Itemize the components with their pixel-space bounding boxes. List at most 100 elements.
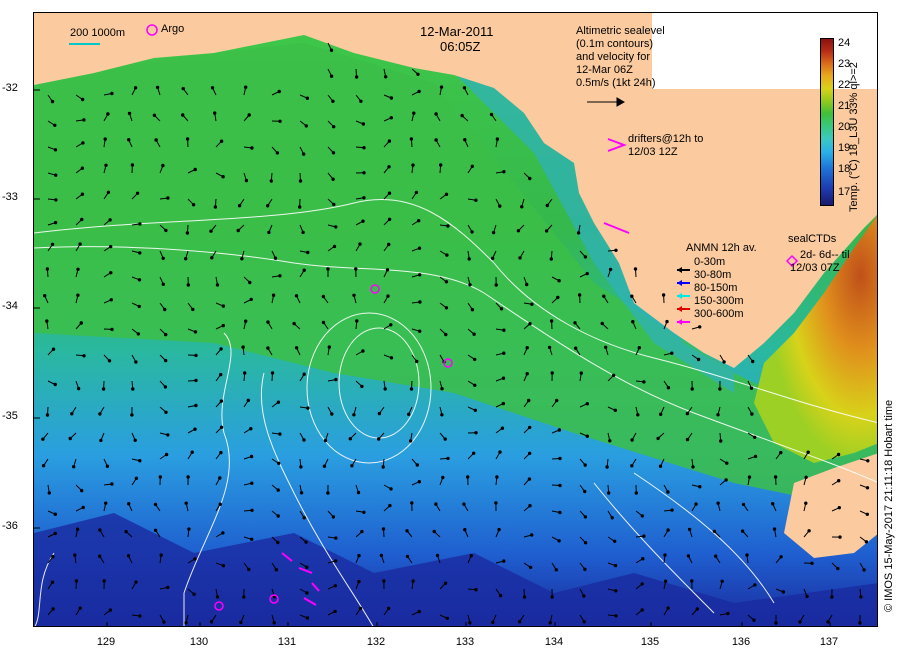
velocity-arrow-head (752, 618, 756, 622)
velocity-arrow-head (127, 111, 132, 116)
velocity-arrow-head (528, 451, 532, 456)
velocity-arrow-head (439, 85, 444, 89)
drifters-line: drifters@12h to (628, 133, 704, 145)
velocity-arrow-head (468, 621, 472, 625)
velocity-arrow-head (779, 450, 783, 455)
velocity-arrow-head (440, 413, 444, 417)
velocity-arrow-head (585, 434, 589, 438)
velocity-arrow-head (467, 257, 471, 261)
velocity-arrow-head (439, 163, 443, 167)
velocity-arrow-head (134, 476, 139, 480)
velocity-arrow-head (331, 99, 335, 104)
velocity-arrow-head (193, 330, 198, 334)
anmn-legend-item: 300-600m (694, 308, 744, 320)
velocity-arrow-head (440, 387, 444, 391)
velocity-arrow-head (410, 501, 414, 505)
velocity-arrow-head (80, 97, 85, 102)
velocity-arrow-head (126, 554, 131, 558)
velocity-arrow-head (218, 502, 222, 506)
velocity-arrow-head (554, 568, 558, 572)
velocity-arrow-head (50, 99, 55, 104)
velocity-arrow-head (362, 146, 366, 150)
velocity-arrow-head (387, 191, 392, 195)
velocity-arrow-head (418, 300, 422, 304)
velocity-arrow-head (804, 501, 808, 505)
velocity-arrow-head (273, 256, 278, 260)
velocity-arrow-head (557, 539, 561, 543)
velocity-arrow-head (836, 566, 840, 571)
velocity-arrow-head (528, 322, 532, 326)
velocity-arrow-head (608, 267, 613, 272)
velocity-arrow-head (72, 465, 76, 469)
velocity-arrow-head (690, 579, 694, 583)
velocity-arrow-head (161, 163, 165, 168)
lat-tick: -32 (2, 82, 18, 94)
velocity-arrow-head (826, 620, 830, 624)
velocity-arrow-head (463, 528, 467, 532)
velocity-arrow-head (405, 554, 410, 559)
velocity-arrow-head (272, 621, 276, 625)
velocity-arrow-head (753, 583, 757, 587)
velocity-arrow-head (247, 567, 251, 572)
velocity-arrow-head (583, 255, 588, 259)
velocity-arrow-head (82, 118, 86, 122)
velocity-arrow-head (582, 620, 586, 624)
velocity-arrow-head (585, 402, 589, 406)
velocity-arrow-head (267, 230, 271, 235)
velocity-arrow-head (103, 137, 107, 141)
velocity-arrow-head (209, 229, 213, 233)
velocity-arrow-head (414, 190, 419, 195)
velocity-arrow-head (302, 372, 306, 376)
velocity-arrow-head (695, 607, 699, 611)
velocity-arrow-head (527, 477, 532, 481)
velocity-arrow-head (244, 319, 248, 323)
velocity-arrow-head (294, 346, 299, 350)
velocity-arrow-head (276, 488, 280, 492)
velocity-arrow-head (98, 528, 102, 532)
velocity-arrow-head (81, 505, 85, 510)
velocity-arrow-head (722, 360, 726, 364)
velocity-arrow-head (753, 454, 758, 459)
velocity-arrow-head (417, 219, 421, 223)
anmn-legend-item: 150-300m (694, 295, 744, 307)
velocity-arrow-head (525, 282, 529, 287)
velocity-arrow-head (135, 191, 140, 196)
velocity-arrow-head (80, 217, 84, 222)
velocity-arrow-head (249, 427, 253, 431)
velocity-arrow-head (53, 512, 57, 516)
velocity-arrow-head (434, 502, 438, 506)
velocity-arrow-head (305, 591, 309, 595)
velocity-arrow-head (613, 539, 617, 543)
velocity-arrow-head (473, 408, 477, 412)
velocity-arrow-head (191, 203, 196, 207)
sealctd-title: sealCTDs (788, 233, 837, 245)
velocity-arrow-head (750, 412, 754, 416)
velocity-arrow-head (161, 282, 166, 286)
velocity-arrow-head (607, 491, 611, 495)
velocity-arrow-head (417, 480, 421, 484)
velocity-arrow-head (583, 463, 587, 467)
velocity-arrow-head (241, 345, 245, 349)
velocity-arrow-head (331, 515, 336, 519)
velocity-arrow-head (633, 267, 638, 271)
velocity-arrow-head (250, 146, 254, 150)
velocity-arrow-head (417, 246, 422, 250)
velocity-arrow-head (798, 620, 802, 624)
velocity-arrow-head (362, 171, 366, 175)
velocity-arrow-head (187, 527, 191, 531)
velocity-arrow-head (474, 198, 478, 202)
velocity-arrow-head (774, 621, 778, 625)
velocity-arrow-head (389, 323, 393, 327)
velocity-arrow-head (502, 170, 506, 174)
velocity-arrow-head (583, 515, 588, 519)
velocity-arrow-head (579, 371, 583, 375)
velocity-arrow-head (332, 244, 337, 249)
velocity-arrow-head (666, 528, 670, 532)
velocity-arrow-head (110, 91, 114, 96)
velocity-arrow-head (306, 406, 310, 410)
velocity-arrow-head (98, 412, 102, 416)
velocity-arrow-head (152, 113, 157, 118)
velocity-arrow-head (434, 138, 438, 142)
velocity-arrow-head (498, 204, 502, 208)
velocity-arrow-head (133, 86, 138, 90)
